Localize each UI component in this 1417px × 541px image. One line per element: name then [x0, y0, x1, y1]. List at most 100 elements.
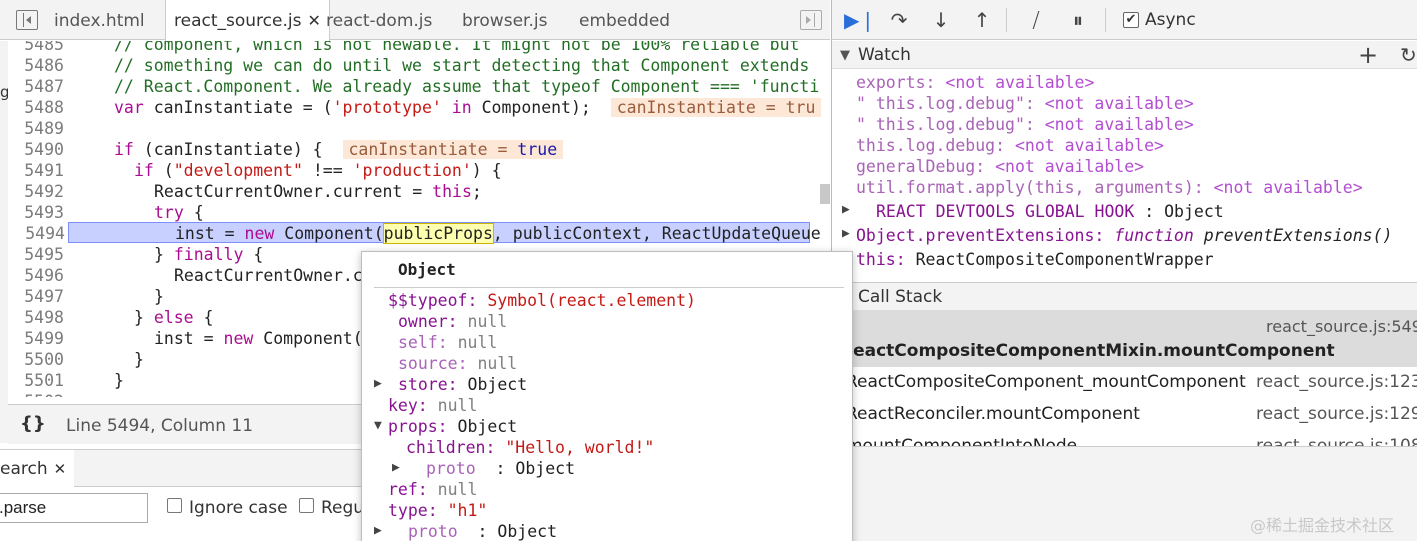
property-row[interactable]: $$typeof: Symbol(react.element) [388, 290, 696, 311]
code-text: { [183, 203, 204, 222]
property-value: "h1" [437, 501, 488, 520]
property-value: null [467, 354, 518, 373]
keyword: in [441, 98, 472, 117]
step-into-icon[interactable]: ↓ [929, 8, 953, 32]
expand-triangle-icon[interactable]: ▶ [374, 376, 382, 391]
scope-variable[interactable]: this: ReactCompositeComponentWrapper [856, 249, 1214, 270]
regex-checkbox[interactable] [299, 498, 314, 513]
call-frame-selected[interactable]: react_source.js:5494 ReactCompositeCompo… [832, 311, 1417, 367]
property-key: ref: [388, 480, 428, 499]
close-tab-icon[interactable]: ✕ [54, 460, 67, 478]
code-text: ) { [471, 161, 502, 180]
pause-on-exceptions-icon[interactable]: ⏸ [1066, 8, 1090, 32]
code-line: 5493 try { [8, 202, 810, 223]
expand-triangle-icon[interactable]: ▶ [842, 226, 850, 241]
add-watch-icon[interactable]: + [1358, 41, 1378, 70]
call-stack-section-header[interactable]: ▼ Call Stack [832, 282, 1417, 311]
tab-embedded[interactable]: embedded [579, 0, 670, 40]
property-row[interactable]: type: "h1" [388, 500, 487, 521]
watch-expression[interactable]: this.log.debug: <not available> [856, 135, 1164, 156]
property-row[interactable]: source: null [398, 353, 517, 374]
code-line: 5491 if ("development" !== 'production') … [8, 160, 810, 181]
line-number: 5497 [24, 287, 64, 306]
scope-variable[interactable]: Object.preventExtensions: function preve… [856, 225, 1392, 246]
toggle-debugger-icon[interactable] [800, 10, 822, 30]
collapse-triangle-icon[interactable]: ▼ [374, 418, 382, 433]
inline-value-name: canInstantiate = [348, 140, 518, 159]
async-label: Async [1145, 10, 1196, 30]
expand-triangle-icon[interactable]: ▶ [842, 202, 850, 217]
code-line: 5486 // something we can do until we star… [8, 55, 810, 76]
tab-react-source-js[interactable]: react_source.js ✕ [165, 0, 330, 41]
frame-function: ReactCompositeComponentMixin.mountCompon… [840, 341, 1335, 361]
property-row[interactable]: ref: null [388, 479, 477, 500]
code-text: } [114, 371, 124, 390]
keyword: else [153, 308, 194, 327]
watch-expression[interactable]: generalDebug: <not available> [856, 156, 1144, 177]
property-row[interactable]: store: Object [398, 374, 527, 395]
expand-triangle-icon[interactable]: ▶ [392, 460, 400, 475]
watch-expression[interactable]: " this.log.debug": <not available> [856, 114, 1194, 135]
call-stack-title: Call Stack [858, 287, 943, 307]
step-out-icon[interactable]: ↑ [970, 8, 994, 32]
property-row[interactable]: props: Object [388, 416, 517, 437]
property-key: key: [388, 396, 428, 415]
tab-search[interactable]: earch ✕ [0, 450, 75, 487]
toolbar-separator [1105, 8, 1106, 32]
property-row[interactable]: key: null [388, 395, 477, 416]
watch-value: <not available> [1044, 94, 1194, 113]
keyword: if [114, 140, 134, 159]
code-text: ( [153, 161, 174, 180]
property-row[interactable]: children: "Hello, world!" [406, 437, 654, 458]
watch-expression[interactable]: exports: <not available> [856, 72, 1094, 93]
pretty-print-button[interactable]: {} [20, 413, 46, 434]
watch-section-header[interactable]: ▼ Watch + ↻ [832, 40, 1417, 69]
collapsed-navigator: g [0, 41, 10, 443]
property-row[interactable]: owner: null [398, 311, 507, 332]
property-row[interactable]: proto : Object [408, 521, 557, 541]
search-input[interactable] [0, 493, 148, 523]
resume-icon[interactable]: ▶❘ [844, 8, 876, 32]
watch-title: Watch [858, 45, 911, 65]
tab-browser-js[interactable]: browser.js [462, 0, 547, 40]
close-tab-icon[interactable]: ✕ [307, 0, 320, 42]
tab-react-dom-js[interactable]: react-dom.js [326, 0, 432, 40]
scope-variable[interactable]: REACT DEVTOOLS GLOBAL HOOK : Object [876, 201, 1224, 222]
toggle-navigator-icon[interactable] [16, 10, 38, 30]
call-frame[interactable]: mountComponentIntoNode react_source.js:10… [832, 430, 1417, 446]
tab-label: browser.js [462, 11, 548, 31]
frame-function: mountComponentIntoNode [846, 436, 1078, 446]
property-key: self: [398, 333, 448, 352]
call-frame[interactable]: ReactCompositeComponent_mountComponent re… [832, 366, 1417, 398]
property-row[interactable]: self: null [398, 332, 497, 353]
frame-location: react_source.js:10854 [1256, 436, 1417, 446]
property-key: props: [388, 417, 448, 436]
watch-expression[interactable]: util.format.apply(this, arguments): <not… [856, 177, 1363, 198]
hovered-token[interactable]: publicProps [382, 223, 494, 244]
object-preview-popover[interactable]: Object $$typeof: Symbol(react.element) o… [361, 251, 853, 541]
async-checkbox[interactable]: ✔ [1123, 12, 1139, 28]
property-value: null [427, 396, 478, 415]
step-over-icon[interactable]: ↷ [887, 8, 911, 32]
property-key: $$typeof: [388, 291, 478, 310]
code-text: Component( [274, 224, 384, 243]
call-frame[interactable]: ReactReconciler.mountComponent react_sour… [832, 398, 1417, 430]
property-value: Object [447, 417, 518, 436]
deactivate-breakpoints-icon[interactable]: ⧸ [1024, 8, 1048, 32]
line-number: 5489 [24, 119, 64, 138]
watch-expression[interactable]: " this.log.debug": <not available> [856, 93, 1194, 114]
line-number: 5487 [24, 77, 64, 96]
refresh-icon[interactable]: ↻ [1400, 41, 1417, 70]
ignore-case-checkbox[interactable] [167, 498, 182, 513]
ignore-case-label: Ignore case [189, 498, 288, 518]
comment: // component, which is not newable. It m… [114, 41, 800, 54]
line-number: 5502 [8, 391, 64, 397]
divider [374, 287, 844, 288]
tab-index-html[interactable]: index.html [54, 0, 145, 40]
line-number: 5500 [24, 350, 64, 369]
vertical-scrollbar[interactable] [820, 184, 830, 204]
code-line: 5490 if (canInstantiate) { canInstantiate… [8, 139, 810, 160]
line-number: 5485 [24, 41, 64, 54]
expand-triangle-icon[interactable]: ▶ [374, 523, 382, 538]
property-row[interactable]: proto : Object [426, 458, 575, 479]
